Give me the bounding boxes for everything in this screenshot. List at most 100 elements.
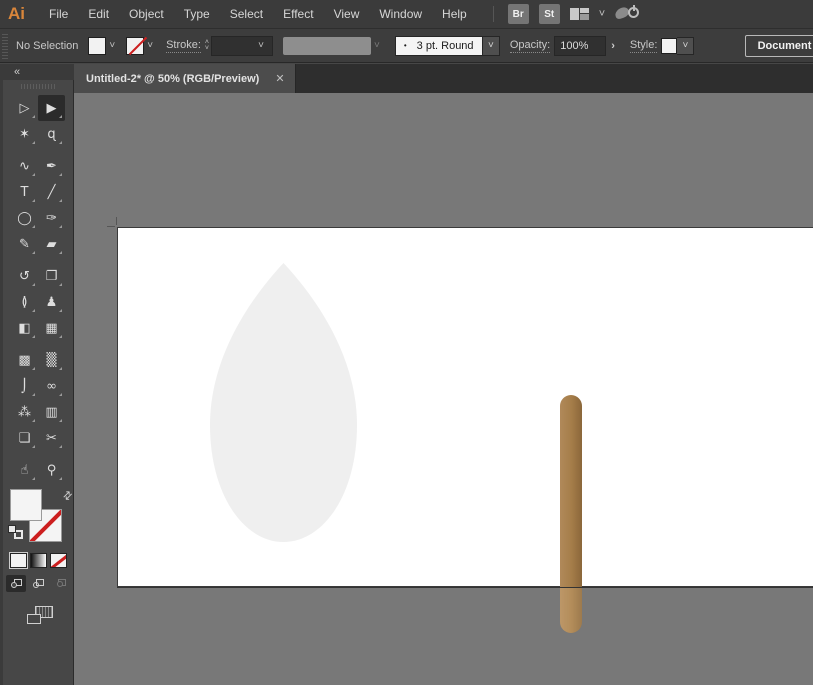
tool-eyedropper[interactable]: ⌡ [11, 373, 38, 399]
change-screen-mode-icon[interactable] [27, 606, 53, 624]
stroke-weight-chevron-down-icon: ˅ [258, 40, 265, 51]
tool-width[interactable]: ≬ [11, 289, 38, 315]
fill-swatch[interactable] [10, 489, 42, 521]
stroke-color-swatch[interactable] [126, 36, 145, 55]
tool-gradient[interactable]: ▒ [38, 347, 65, 373]
tool-puppet-warp[interactable]: ♟ [38, 289, 65, 315]
menu-item-file[interactable]: File [39, 0, 78, 29]
tool-group-drawing: ∿ ✒ T ╱ ◯ ✑ ✎ ▰ [3, 153, 73, 257]
perspective-grid-tool-icon: ▦ [45, 320, 58, 336]
tool-slice[interactable]: ✂ [38, 425, 65, 451]
draw-inside-button[interactable] [50, 575, 70, 592]
pen-tool-icon: ✒ [46, 158, 57, 174]
color-button[interactable] [8, 552, 28, 569]
cs-live-icon[interactable] [613, 5, 640, 23]
tool-symbol-sprayer[interactable]: ⁂ [11, 399, 38, 425]
stick-tip-highlight [560, 587, 582, 633]
document-tab[interactable]: Untitled-2* @ 50% (RGB/Preview) ✕ [74, 64, 296, 93]
hand-tool-icon: ☝ [20, 462, 29, 478]
tool-paintbrush[interactable]: ✑ [38, 205, 65, 231]
tool-hand[interactable]: ☝ [11, 457, 38, 483]
tab-close-icon[interactable]: ✕ [275, 72, 284, 85]
tool-group-special: ▩ ▒ ⌡ ∞ ⁂ ▥ ❏ ✂ [3, 347, 73, 451]
stroke-weight-stepper[interactable]: ˄ ˅ [205, 39, 209, 52]
tool-rotate[interactable]: ↺ [11, 263, 38, 289]
tool-group-transform: ↺ ❐ ≬ ♟ ◧ ▦ [3, 263, 73, 341]
stroke-weight-select[interactable]: ˅ [211, 35, 274, 56]
workspace-switcher-icon[interactable] [569, 8, 589, 20]
brush-preset-value: 3 pt. Round [416, 39, 474, 52]
control-bar: No Selection ˅ ˅ Stroke: ˄ ˅ ˅ ˅ • 3 pt.… [0, 29, 813, 63]
brush-definition-select[interactable] [283, 36, 372, 55]
document-setup-button[interactable]: Document Setup [744, 34, 813, 57]
stepper-down-icon[interactable]: ˅ [205, 45, 209, 52]
tools-panel-grip[interactable] [21, 84, 55, 89]
none-button[interactable] [49, 553, 67, 568]
tool-column-graph[interactable]: ▥ [38, 399, 65, 425]
stick-shape[interactable] [560, 395, 582, 633]
brush-preset-chevron-down-icon[interactable]: ˅ [482, 35, 500, 56]
artboard-bottom-edge [117, 587, 813, 588]
tool-direct-selection[interactable]: ▶ [38, 95, 65, 121]
tool-shape-builder[interactable]: ◧ [11, 315, 38, 341]
menu-item-window[interactable]: Window [369, 0, 432, 29]
paint-style-buttons [3, 552, 73, 569]
ellipse-tool-icon: ◯ [17, 210, 32, 226]
tool-eraser[interactable]: ▰ [38, 231, 65, 257]
brush-preset-select[interactable]: • 3 pt. Round ˅ [394, 35, 500, 56]
style-swatch[interactable] [661, 37, 678, 54]
puppet-warp-tool-icon: ♟ [45, 294, 58, 310]
stroke-label[interactable]: Stroke: [166, 39, 201, 53]
menu-item-object[interactable]: Object [119, 0, 174, 29]
swap-fill-stroke-icon[interactable]: ⇄ [60, 488, 75, 503]
tool-ellipse[interactable]: ◯ [11, 205, 38, 231]
menu-item-effect[interactable]: Effect [273, 0, 323, 29]
lasso-tool-icon: ɋ [47, 126, 56, 142]
eraser-tool-icon: ▰ [46, 236, 57, 252]
stroke-chevron-down-icon[interactable]: ˅ [144, 40, 156, 51]
app-logo: Ai [8, 4, 25, 23]
menu-item-type[interactable]: Type [174, 0, 220, 29]
stock-button[interactable]: St [538, 4, 560, 24]
leaf-shape[interactable] [210, 263, 357, 542]
tool-blend[interactable]: ∞ [38, 373, 65, 399]
menu-item-edit[interactable]: Edit [78, 0, 119, 29]
tool-curvature[interactable]: ∿ [11, 153, 38, 179]
draw-behind-button[interactable] [28, 575, 48, 592]
tool-perspective-grid[interactable]: ▦ [38, 315, 65, 341]
zoom-tool-icon: ⚲ [46, 462, 57, 478]
style-chevron-down-icon[interactable]: ˅ [677, 36, 695, 55]
canvas[interactable] [74, 93, 813, 685]
tool-lasso[interactable]: ɋ [38, 121, 65, 147]
tool-pen[interactable]: ✒ [38, 153, 65, 179]
scale-tool-icon: ❐ [45, 268, 58, 284]
tool-magic-wand[interactable]: ✶ [11, 121, 38, 147]
menu-item-select[interactable]: Select [220, 0, 273, 29]
tool-zoom[interactable]: ⚲ [38, 457, 65, 483]
pencil-tool-icon: ✎ [19, 236, 30, 252]
tool-pencil[interactable]: ✎ [11, 231, 38, 257]
tool-artboard[interactable]: ❏ [11, 425, 38, 451]
fill-color-swatch[interactable] [88, 36, 107, 55]
gradient-button[interactable] [29, 553, 47, 568]
width-tool-icon: ≬ [21, 294, 28, 310]
opacity-label[interactable]: Opacity: [509, 39, 551, 53]
bridge-button[interactable]: Br [507, 4, 529, 24]
tool-line-segment[interactable]: ╱ [38, 179, 65, 205]
draw-normal-button[interactable] [6, 575, 26, 592]
tool-selection[interactable]: ▷ [11, 95, 38, 121]
menu-item-view[interactable]: View [324, 0, 370, 29]
style-label[interactable]: Style: [629, 39, 658, 53]
screen-mode-section [3, 606, 77, 624]
workspace-chevron-down-icon[interactable]: ˅ [599, 8, 605, 20]
tool-scale[interactable]: ❐ [38, 263, 65, 289]
fill-chevron-down-icon[interactable]: ˅ [106, 40, 118, 51]
opacity-input[interactable]: 100% [554, 35, 607, 56]
eyedropper-tool-icon: ⌡ [21, 378, 28, 394]
tool-type[interactable]: T [11, 179, 38, 205]
opacity-arrow-icon[interactable]: › [606, 40, 620, 52]
default-fill-stroke-icon[interactable] [8, 525, 23, 539]
menu-item-help[interactable]: Help [432, 0, 477, 29]
tool-mesh[interactable]: ▩ [11, 347, 38, 373]
control-bar-grip[interactable] [2, 32, 8, 59]
